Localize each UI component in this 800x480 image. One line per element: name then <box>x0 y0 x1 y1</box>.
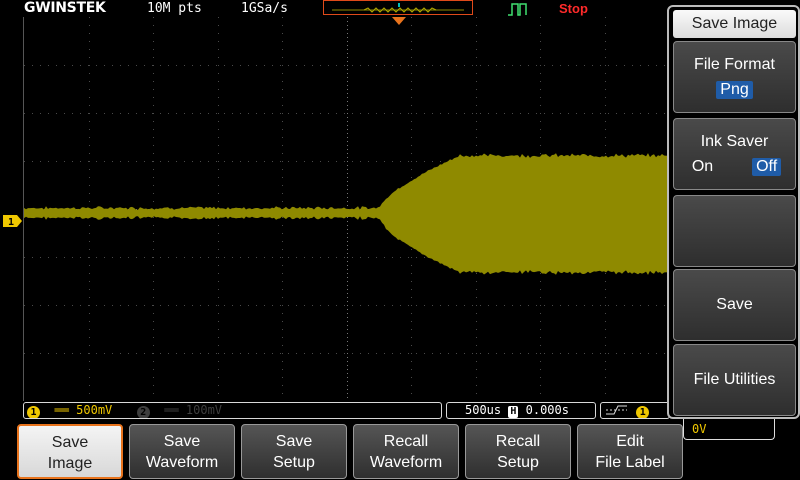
file-utilities-button[interactable]: File Utilities <box>673 344 796 416</box>
ch1-badge: 1 <box>27 406 40 418</box>
empty-menu-button <box>673 195 796 267</box>
side-menu: Save Image File Format Png Ink Saver On … <box>667 5 800 419</box>
recall-waveform-softkey[interactable]: Recall Waveform <box>353 424 459 479</box>
horizontal-position-icon: H <box>508 406 519 418</box>
timebase-position: 0.000s <box>525 403 569 417</box>
ink-saver-off: Off <box>752 158 782 176</box>
trigger-edge-icon <box>508 3 527 16</box>
channel-status-box[interactable]: 1 ══ 500mV 2 ══ 100mV <box>23 402 442 419</box>
rising-edge-icon <box>606 405 627 415</box>
file-format-label: File Format <box>694 56 775 73</box>
menu-title: Save Image <box>673 10 796 38</box>
ch1-envelope <box>24 153 668 275</box>
recall-setup-softkey[interactable]: Recall Setup <box>465 424 571 479</box>
file-format-value: Png <box>716 81 753 99</box>
save-image-softkey[interactable]: Save Image <box>17 424 123 479</box>
file-utilities-label: File Utilities <box>693 371 776 388</box>
ink-saver-on: On <box>691 158 714 175</box>
ch1-coupling-icon: ══ <box>47 403 69 417</box>
sample-rate: 1GSa/s <box>241 1 288 16</box>
file-format-button[interactable]: File Format Png <box>673 41 796 113</box>
ch2-scale: 100mV <box>185 403 223 417</box>
ch1-marker-label: 1 <box>8 217 14 227</box>
save-waveform-softkey[interactable]: Save Waveform <box>129 424 235 479</box>
trigger-source-badge: 1 <box>636 406 650 418</box>
edit-file-label-softkey[interactable]: Edit File Label <box>577 424 683 479</box>
ch1-scale: 500mV <box>76 403 113 417</box>
ch2-badge: 2 <box>136 406 150 418</box>
memory-waveform-icon <box>332 3 464 13</box>
brand-logo: GWINSTEK <box>24 0 106 16</box>
ch2-coupling-icon: ══ <box>156 403 179 417</box>
trigger-level: 0V <box>683 418 775 440</box>
ch1-waveform-trace <box>24 153 668 275</box>
trigger-status-box[interactable]: 1 <box>600 402 670 419</box>
timebase-scale: 500us <box>465 403 502 417</box>
top-status-bar: GWINSTEK 10M pts 1GSa/s Stop <box>0 0 668 17</box>
trigger-position-marker[interactable] <box>392 17 406 26</box>
waveform-display[interactable] <box>23 17 669 401</box>
save-setup-softkey[interactable]: Save Setup <box>241 424 347 479</box>
save-label: Save <box>716 296 753 313</box>
run-stop-status: Stop <box>559 1 588 16</box>
ch1-ground-marker[interactable]: 1 <box>3 212 22 228</box>
save-button[interactable]: Save <box>673 269 796 341</box>
memory-overview-bar <box>323 0 473 15</box>
ink-saver-button[interactable]: Ink Saver On Off <box>673 118 796 190</box>
timebase-status-box[interactable]: 500us H 0.000s <box>446 402 596 419</box>
record-length: 10M pts <box>147 1 202 16</box>
ink-saver-label: Ink Saver <box>700 133 769 150</box>
